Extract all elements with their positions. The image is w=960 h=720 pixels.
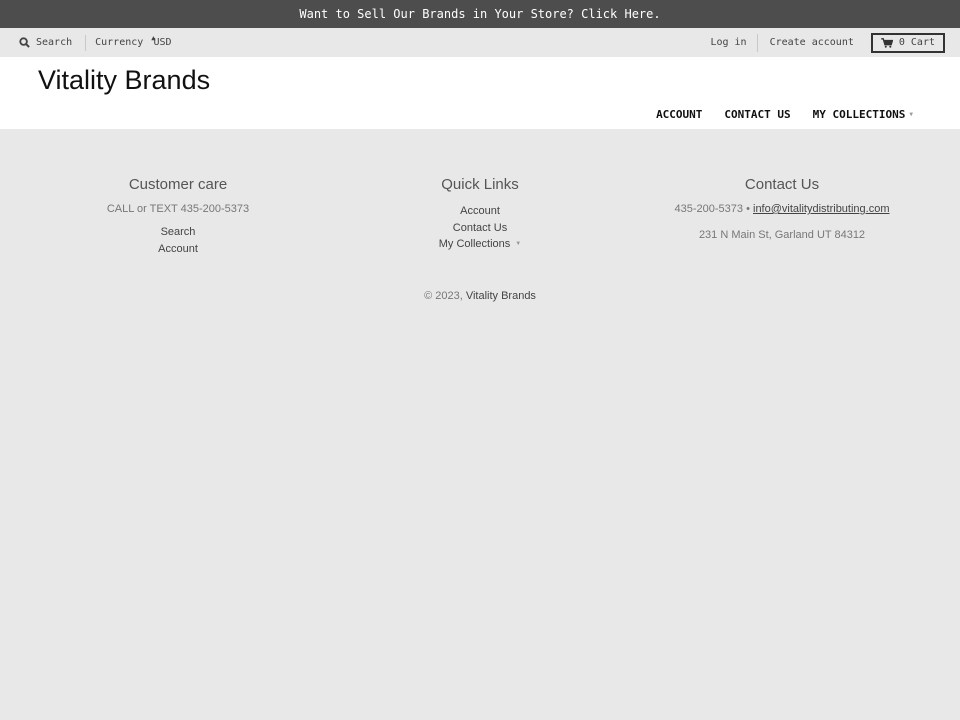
utility-right: Log in Create account 0 Cart	[710, 28, 945, 57]
footer-customer-care: Customer care CALL or TEXT 435-200-5373 …	[28, 176, 328, 257]
currency-value: USD	[153, 37, 172, 48]
cart-button[interactable]: 0 Cart	[870, 32, 945, 53]
footer-heading: Quick Links	[441, 176, 519, 193]
main-nav: ACCOUNT CONTACT US MY COLLECTIONS ▼	[656, 108, 913, 121]
cart-label: Cart	[910, 37, 935, 48]
footer-quick-links: Quick Links Account Contact Us My Collec…	[330, 176, 630, 253]
nav-account[interactable]: ACCOUNT	[656, 108, 702, 121]
footer-link-search[interactable]: Search	[28, 224, 328, 241]
site-header: Vitality Brands ACCOUNT CONTACT US MY CO…	[0, 57, 960, 129]
search-icon	[19, 37, 30, 48]
create-account-link[interactable]: Create account	[770, 37, 854, 48]
contact-email-link[interactable]: info@vitalitydistributing.com	[753, 203, 890, 215]
footer-heading: Customer care	[128, 176, 228, 193]
utility-left: Search Currency ▲ USD	[19, 28, 172, 57]
divider	[85, 34, 87, 51]
footer-link-my-collections-label: My Collections	[438, 238, 511, 251]
login-link[interactable]: Log in	[710, 37, 746, 48]
search-label: Search	[36, 37, 73, 48]
divider	[756, 33, 758, 52]
footer-heading: Contact Us	[744, 176, 820, 193]
currency-selector[interactable]: Currency ▲ USD	[95, 34, 172, 49]
chevron-down-icon: ▼	[515, 241, 522, 247]
footer-link-contact-us[interactable]: Contact Us	[330, 220, 630, 237]
customer-care-text: CALL or TEXT 435-200-5373	[106, 203, 250, 215]
contact-phone: 435-200-5373	[674, 203, 744, 215]
footer-link-my-collections[interactable]: My Collections ▼	[330, 236, 630, 253]
search-link[interactable]: Search	[19, 37, 72, 48]
footer-link-account[interactable]: Account	[28, 241, 328, 258]
footer-link-account[interactable]: Account	[330, 203, 630, 220]
nav-my-collections[interactable]: MY COLLECTIONS ▼	[813, 108, 913, 121]
copyright: © 2023, Vitality Brands	[0, 290, 960, 302]
site-logo[interactable]: Vitality Brands	[38, 65, 210, 96]
chevron-down-icon: ▼	[909, 111, 913, 118]
copyright-prefix: © 2023,	[424, 290, 463, 302]
cart-count: 0	[898, 37, 905, 48]
currency-label: Currency	[95, 37, 144, 48]
nav-my-collections-label: MY COLLECTIONS	[812, 108, 906, 121]
footer-contact: Contact Us 435-200-5373 • info@vitalityd…	[632, 176, 932, 250]
utility-bar: Search Currency ▲ USD Log in Create acco…	[0, 28, 960, 57]
contact-address: 231 N Main St, Garland UT 84312	[698, 229, 866, 241]
announcement-bar[interactable]: Want to Sell Our Brands in Your Store? C…	[0, 0, 960, 28]
contact-line: 435-200-5373 • info@vitalitydistributing…	[632, 203, 932, 215]
contact-bullet: •	[746, 203, 750, 215]
copyright-brand-link[interactable]: Vitality Brands	[466, 290, 536, 302]
nav-contact-us[interactable]: CONTACT US	[724, 108, 790, 121]
cart-icon	[881, 37, 893, 48]
site-footer: Customer care CALL or TEXT 435-200-5373 …	[0, 129, 960, 309]
